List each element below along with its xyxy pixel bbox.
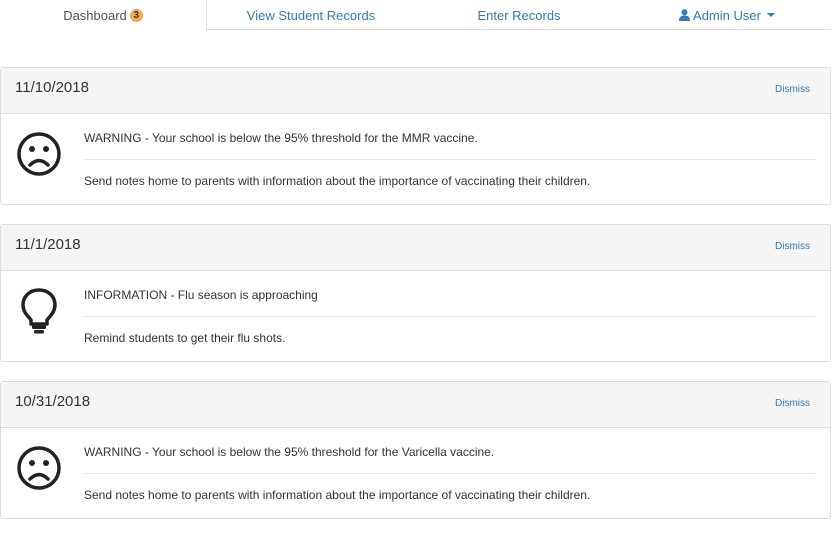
frown-face-icon bbox=[17, 132, 61, 176]
alert-detail: Remind students to get their flu shots. bbox=[84, 331, 286, 345]
alert-body: INFORMATION - Flu season is approaching … bbox=[1, 271, 830, 361]
alert-title: INFORMATION - Flu season is approaching bbox=[84, 288, 318, 302]
dismiss-link[interactable]: Dismiss bbox=[775, 241, 810, 252]
top-nav: Dashboard 3 View Student Records Enter R… bbox=[0, 0, 831, 31]
alert-header: 11/10/2018 Dismiss bbox=[1, 68, 830, 114]
lightbulb-icon bbox=[21, 288, 57, 334]
alert-detail: Send notes home to parents with informat… bbox=[84, 488, 591, 502]
tab-enter-records[interactable]: Enter Records bbox=[415, 0, 623, 30]
alert-date: 11/1/2018 bbox=[15, 236, 81, 253]
tab-view-student-records-label: View Student Records bbox=[246, 7, 376, 23]
alert-date: 10/31/2018 bbox=[15, 393, 91, 410]
alert-title: WARNING - Your school is below the 95% t… bbox=[84, 131, 478, 145]
alert-body: WARNING - Your school is below the 95% t… bbox=[1, 114, 830, 204]
dismiss-link[interactable]: Dismiss bbox=[775, 398, 810, 409]
alert-title: WARNING - Your school is below the 95% t… bbox=[84, 445, 495, 459]
tab-dashboard[interactable]: Dashboard 3 bbox=[0, 0, 207, 31]
alert-date: 11/10/2018 bbox=[15, 79, 89, 96]
alert-divider bbox=[84, 473, 815, 474]
dismiss-link[interactable]: Dismiss bbox=[775, 84, 810, 95]
tab-view-student-records[interactable]: View Student Records bbox=[207, 0, 415, 30]
alert-panel: 10/31/2018 Dismiss WARNING - Your school… bbox=[0, 381, 831, 519]
notification-badge: 3 bbox=[129, 9, 143, 22]
tab-dashboard-label: Dashboard bbox=[63, 8, 127, 23]
tab-enter-records-label: Enter Records bbox=[477, 7, 561, 23]
user-icon bbox=[679, 9, 691, 21]
alert-divider bbox=[84, 159, 815, 160]
alert-divider bbox=[84, 316, 815, 317]
alert-header: 11/1/2018 Dismiss bbox=[1, 225, 830, 271]
alert-detail: Send notes home to parents with informat… bbox=[84, 174, 591, 188]
alert-panel: 11/10/2018 Dismiss WARNING - Your school… bbox=[0, 67, 831, 205]
chevron-down-icon bbox=[766, 13, 775, 17]
alert-body: WARNING - Your school is below the 95% t… bbox=[1, 428, 830, 518]
frown-face-icon bbox=[17, 446, 61, 490]
user-menu-label: Admin User bbox=[693, 7, 761, 23]
alert-panel: 11/1/2018 Dismiss INFORMATION - Flu seas… bbox=[0, 224, 831, 362]
alert-header: 10/31/2018 Dismiss bbox=[1, 382, 830, 428]
user-menu-dropdown[interactable]: Admin User bbox=[623, 0, 831, 30]
